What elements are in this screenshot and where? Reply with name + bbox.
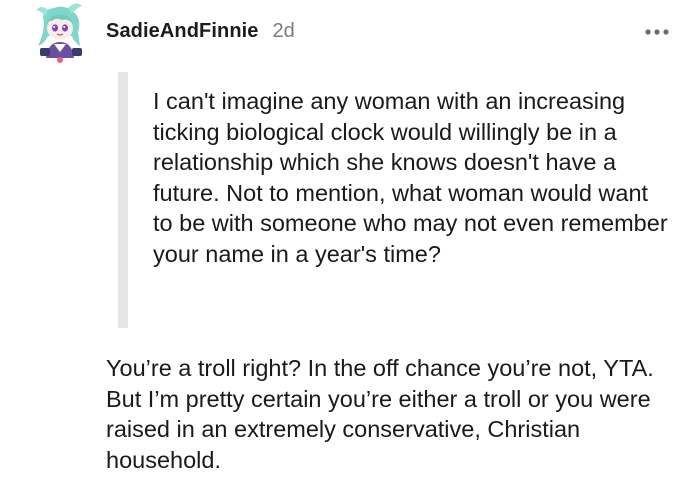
comment-body: You’re a troll right? In the off chance … (106, 355, 654, 473)
quoted-text: I can't imagine any woman with an increa… (153, 88, 668, 267)
quote-bar (118, 72, 128, 328)
anime-character-avatar-icon (36, 3, 82, 63)
comment: SadieAndFinnie 2d I can't imagine any wo… (0, 0, 700, 480)
ellipsis-icon (645, 29, 669, 35)
username-link[interactable]: SadieAndFinnie (106, 20, 259, 43)
comment-age: 2d (272, 20, 295, 42)
more-options-button[interactable] (642, 22, 672, 42)
user-avatar[interactable] (30, 2, 90, 66)
comment-header: SadieAndFinnie 2d (106, 20, 295, 50)
